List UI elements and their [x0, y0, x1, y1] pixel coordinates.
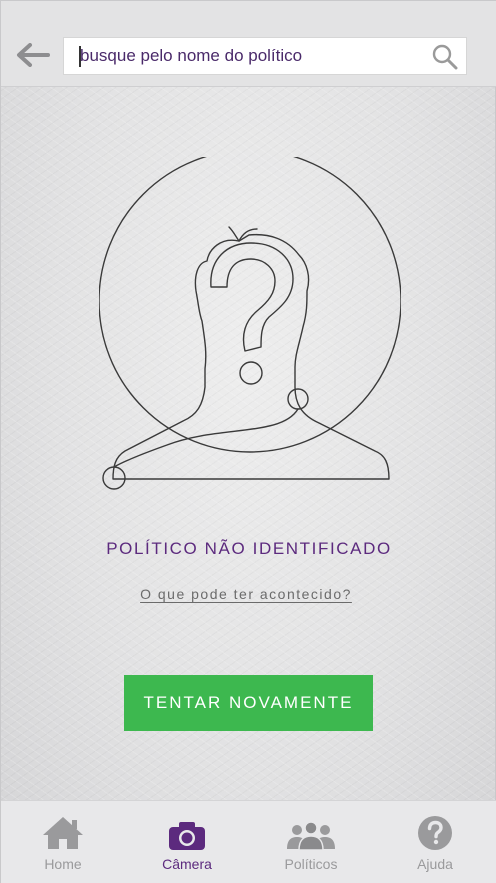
search-input[interactable]	[78, 38, 428, 74]
status-title: POLÍTICO NÃO IDENTIFICADO	[106, 539, 392, 558]
nav-label-home: Home	[44, 856, 82, 872]
people-group-icon	[287, 821, 335, 851]
unknown-person-question-icon	[99, 157, 401, 490]
retry-button[interactable]: TENTAR NOVAMENTE	[124, 675, 373, 731]
back-button[interactable]	[11, 37, 55, 73]
home-icon	[43, 817, 83, 849]
nav-label-help: Ajuda	[417, 856, 453, 872]
help-link[interactable]: O que pode ter acontecido?	[137, 586, 355, 602]
nav-label-camera: Câmera	[162, 856, 212, 872]
nav-item-home[interactable]: Home	[1, 801, 125, 883]
help-question-icon	[418, 816, 452, 850]
nav-item-help[interactable]: Ajuda	[373, 801, 496, 883]
search-icon[interactable]	[432, 44, 458, 70]
app-screen: POLÍTICO NÃO IDENTIFICADO O que pode ter…	[0, 0, 496, 883]
arrow-left-icon	[17, 43, 50, 67]
top-bar	[1, 1, 496, 87]
nav-label-politicians: Políticos	[284, 856, 338, 872]
text-cursor	[79, 46, 81, 67]
nav-item-camera[interactable]: Câmera	[125, 801, 249, 883]
bottom-nav: Home Câmera Políticos Ajuda	[1, 800, 496, 883]
nav-item-politicians[interactable]: Políticos	[249, 801, 373, 883]
camera-icon	[169, 822, 205, 850]
search-box	[63, 37, 467, 75]
